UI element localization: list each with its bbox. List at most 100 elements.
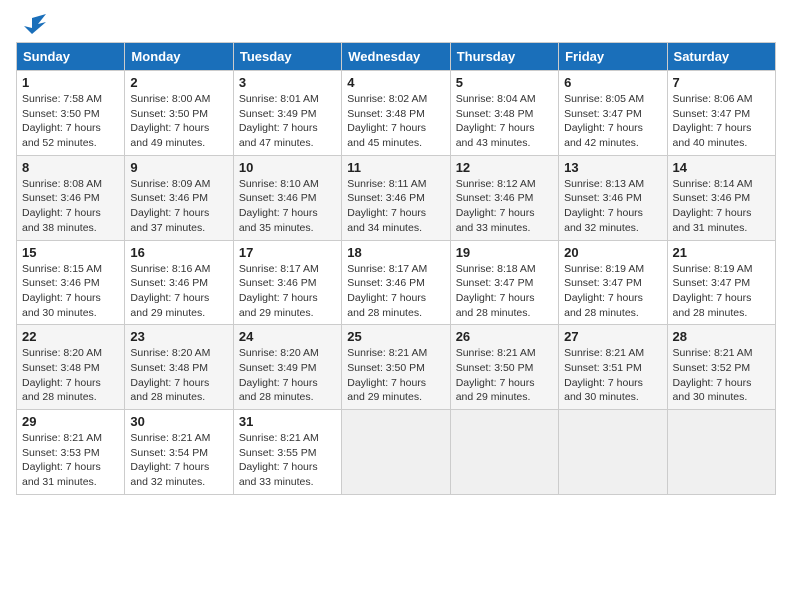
day-number: 23 <box>130 329 227 344</box>
calendar-cell: 19 Sunrise: 8:18 AMSunset: 3:47 PMDaylig… <box>450 240 558 325</box>
calendar-cell: 5 Sunrise: 8:04 AMSunset: 3:48 PMDayligh… <box>450 71 558 156</box>
calendar-header-monday: Monday <box>125 43 233 71</box>
calendar-cell: 17 Sunrise: 8:17 AMSunset: 3:46 PMDaylig… <box>233 240 341 325</box>
day-info: Sunrise: 8:15 AMSunset: 3:46 PMDaylight:… <box>22 263 102 319</box>
day-number: 1 <box>22 75 119 90</box>
calendar-cell <box>342 410 450 495</box>
day-info: Sunrise: 8:20 AMSunset: 3:48 PMDaylight:… <box>22 347 102 403</box>
logo-bird-icon <box>18 14 46 34</box>
day-number: 4 <box>347 75 444 90</box>
day-info: Sunrise: 8:21 AMSunset: 3:55 PMDaylight:… <box>239 432 319 488</box>
calendar-header-friday: Friday <box>559 43 667 71</box>
calendar-cell: 24 Sunrise: 8:20 AMSunset: 3:49 PMDaylig… <box>233 325 341 410</box>
day-info: Sunrise: 8:21 AMSunset: 3:54 PMDaylight:… <box>130 432 210 488</box>
day-number: 31 <box>239 414 336 429</box>
day-info: Sunrise: 8:14 AMSunset: 3:46 PMDaylight:… <box>673 178 753 234</box>
calendar-header-sunday: Sunday <box>17 43 125 71</box>
calendar-cell <box>559 410 667 495</box>
calendar-week-4: 22 Sunrise: 8:20 AMSunset: 3:48 PMDaylig… <box>17 325 776 410</box>
day-info: Sunrise: 8:08 AMSunset: 3:46 PMDaylight:… <box>22 178 102 234</box>
calendar-header-thursday: Thursday <box>450 43 558 71</box>
calendar-cell: 10 Sunrise: 8:10 AMSunset: 3:46 PMDaylig… <box>233 155 341 240</box>
day-info: Sunrise: 8:17 AMSunset: 3:46 PMDaylight:… <box>239 263 319 319</box>
day-number: 22 <box>22 329 119 344</box>
day-number: 21 <box>673 245 770 260</box>
day-number: 5 <box>456 75 553 90</box>
day-info: Sunrise: 8:17 AMSunset: 3:46 PMDaylight:… <box>347 263 427 319</box>
calendar-header-wednesday: Wednesday <box>342 43 450 71</box>
day-info: Sunrise: 8:18 AMSunset: 3:47 PMDaylight:… <box>456 263 536 319</box>
calendar-cell: 27 Sunrise: 8:21 AMSunset: 3:51 PMDaylig… <box>559 325 667 410</box>
calendar-header-row: SundayMondayTuesdayWednesdayThursdayFrid… <box>17 43 776 71</box>
calendar-week-3: 15 Sunrise: 8:15 AMSunset: 3:46 PMDaylig… <box>17 240 776 325</box>
day-info: Sunrise: 8:13 AMSunset: 3:46 PMDaylight:… <box>564 178 644 234</box>
calendar-cell: 18 Sunrise: 8:17 AMSunset: 3:46 PMDaylig… <box>342 240 450 325</box>
day-number: 10 <box>239 160 336 175</box>
calendar-cell: 26 Sunrise: 8:21 AMSunset: 3:50 PMDaylig… <box>450 325 558 410</box>
day-info: Sunrise: 8:10 AMSunset: 3:46 PMDaylight:… <box>239 178 319 234</box>
calendar-cell: 2 Sunrise: 8:00 AMSunset: 3:50 PMDayligh… <box>125 71 233 156</box>
calendar-cell: 23 Sunrise: 8:20 AMSunset: 3:48 PMDaylig… <box>125 325 233 410</box>
day-info: Sunrise: 8:01 AMSunset: 3:49 PMDaylight:… <box>239 93 319 149</box>
day-number: 2 <box>130 75 227 90</box>
day-info: Sunrise: 8:21 AMSunset: 3:52 PMDaylight:… <box>673 347 753 403</box>
calendar-cell <box>450 410 558 495</box>
day-info: Sunrise: 7:58 AMSunset: 3:50 PMDaylight:… <box>22 93 102 149</box>
calendar-cell: 1 Sunrise: 7:58 AMSunset: 3:50 PMDayligh… <box>17 71 125 156</box>
calendar-cell: 14 Sunrise: 8:14 AMSunset: 3:46 PMDaylig… <box>667 155 775 240</box>
day-number: 13 <box>564 160 661 175</box>
calendar-cell: 8 Sunrise: 8:08 AMSunset: 3:46 PMDayligh… <box>17 155 125 240</box>
day-number: 30 <box>130 414 227 429</box>
day-info: Sunrise: 8:09 AMSunset: 3:46 PMDaylight:… <box>130 178 210 234</box>
page-header <box>16 16 776 36</box>
calendar-cell: 21 Sunrise: 8:19 AMSunset: 3:47 PMDaylig… <box>667 240 775 325</box>
day-info: Sunrise: 8:04 AMSunset: 3:48 PMDaylight:… <box>456 93 536 149</box>
day-number: 8 <box>22 160 119 175</box>
day-info: Sunrise: 8:19 AMSunset: 3:47 PMDaylight:… <box>564 263 644 319</box>
day-info: Sunrise: 8:02 AMSunset: 3:48 PMDaylight:… <box>347 93 427 149</box>
day-number: 29 <box>22 414 119 429</box>
day-number: 24 <box>239 329 336 344</box>
day-info: Sunrise: 8:12 AMSunset: 3:46 PMDaylight:… <box>456 178 536 234</box>
day-number: 15 <box>22 245 119 260</box>
day-number: 11 <box>347 160 444 175</box>
calendar-week-1: 1 Sunrise: 7:58 AMSunset: 3:50 PMDayligh… <box>17 71 776 156</box>
day-number: 9 <box>130 160 227 175</box>
day-info: Sunrise: 8:21 AMSunset: 3:53 PMDaylight:… <box>22 432 102 488</box>
calendar-cell: 15 Sunrise: 8:15 AMSunset: 3:46 PMDaylig… <box>17 240 125 325</box>
day-number: 20 <box>564 245 661 260</box>
calendar-cell: 30 Sunrise: 8:21 AMSunset: 3:54 PMDaylig… <box>125 410 233 495</box>
day-number: 26 <box>456 329 553 344</box>
day-info: Sunrise: 8:11 AMSunset: 3:46 PMDaylight:… <box>347 178 426 234</box>
day-number: 17 <box>239 245 336 260</box>
calendar-cell: 16 Sunrise: 8:16 AMSunset: 3:46 PMDaylig… <box>125 240 233 325</box>
day-number: 7 <box>673 75 770 90</box>
day-number: 27 <box>564 329 661 344</box>
day-number: 18 <box>347 245 444 260</box>
day-number: 6 <box>564 75 661 90</box>
day-info: Sunrise: 8:19 AMSunset: 3:47 PMDaylight:… <box>673 263 753 319</box>
day-number: 12 <box>456 160 553 175</box>
calendar-cell: 11 Sunrise: 8:11 AMSunset: 3:46 PMDaylig… <box>342 155 450 240</box>
day-number: 3 <box>239 75 336 90</box>
logo <box>16 16 46 36</box>
calendar-cell: 6 Sunrise: 8:05 AMSunset: 3:47 PMDayligh… <box>559 71 667 156</box>
calendar-cell: 28 Sunrise: 8:21 AMSunset: 3:52 PMDaylig… <box>667 325 775 410</box>
day-info: Sunrise: 8:21 AMSunset: 3:50 PMDaylight:… <box>456 347 536 403</box>
calendar-header-tuesday: Tuesday <box>233 43 341 71</box>
calendar-cell: 13 Sunrise: 8:13 AMSunset: 3:46 PMDaylig… <box>559 155 667 240</box>
calendar-week-2: 8 Sunrise: 8:08 AMSunset: 3:46 PMDayligh… <box>17 155 776 240</box>
day-info: Sunrise: 8:16 AMSunset: 3:46 PMDaylight:… <box>130 263 210 319</box>
day-info: Sunrise: 8:21 AMSunset: 3:50 PMDaylight:… <box>347 347 427 403</box>
calendar-cell: 29 Sunrise: 8:21 AMSunset: 3:53 PMDaylig… <box>17 410 125 495</box>
day-number: 28 <box>673 329 770 344</box>
day-number: 14 <box>673 160 770 175</box>
calendar-body: 1 Sunrise: 7:58 AMSunset: 3:50 PMDayligh… <box>17 71 776 495</box>
calendar-header-saturday: Saturday <box>667 43 775 71</box>
calendar-cell: 12 Sunrise: 8:12 AMSunset: 3:46 PMDaylig… <box>450 155 558 240</box>
day-info: Sunrise: 8:06 AMSunset: 3:47 PMDaylight:… <box>673 93 753 149</box>
day-info: Sunrise: 8:20 AMSunset: 3:48 PMDaylight:… <box>130 347 210 403</box>
calendar-cell: 7 Sunrise: 8:06 AMSunset: 3:47 PMDayligh… <box>667 71 775 156</box>
calendar-cell: 9 Sunrise: 8:09 AMSunset: 3:46 PMDayligh… <box>125 155 233 240</box>
day-number: 19 <box>456 245 553 260</box>
